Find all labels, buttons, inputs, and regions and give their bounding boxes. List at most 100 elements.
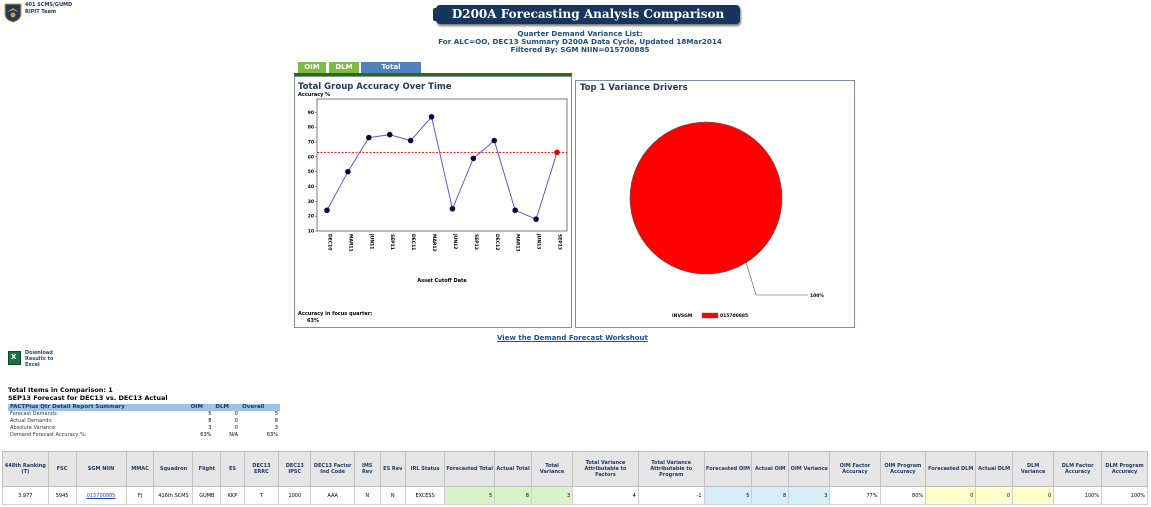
- table-cell: N: [379, 486, 407, 505]
- summary-table: FACTPlus Qtr Detail Report Summary OIM D…: [8, 404, 280, 439]
- table-cell: 0: [925, 486, 977, 505]
- column-header[interactable]: Forecasted DLM: [925, 451, 977, 487]
- x-tick-label: MAR13: [515, 234, 521, 252]
- niin-link[interactable]: 015700885: [87, 493, 116, 499]
- column-header[interactable]: Forecasted OIM: [703, 451, 753, 487]
- tab-oim[interactable]: OIM: [298, 62, 326, 73]
- column-header[interactable]: FSC: [47, 451, 77, 487]
- x-tick-label: MAR11: [347, 234, 353, 252]
- column-header[interactable]: ES Rev: [379, 451, 407, 487]
- data-point[interactable]: [324, 207, 330, 214]
- table-cell: 5: [703, 486, 753, 505]
- summary-value: 3: [274, 425, 278, 431]
- summary-label: Actual Demands:: [10, 418, 53, 424]
- column-header[interactable]: Actual OIM: [751, 451, 790, 487]
- data-point[interactable]: [491, 137, 498, 144]
- y-tick-label: 60: [308, 154, 314, 160]
- tab-total[interactable]: Total: [361, 62, 421, 73]
- summary-row: Actual Demands: 8 0 8: [8, 418, 280, 425]
- team-name: RIPIT Team: [25, 9, 57, 15]
- page-title: D200A Forecasting Analysis Comparison To…: [433, 5, 740, 40]
- summary-header: OIM: [188, 404, 214, 411]
- column-header[interactable]: SGM NIIN: [75, 451, 127, 487]
- column-header[interactable]: IRL Status: [405, 451, 446, 487]
- column-header[interactable]: Forecasted Total: [444, 451, 496, 487]
- table-cell: T: [243, 486, 280, 505]
- accuracy-chart-panel: Total Group Accuracy Over Time Accuracy …: [294, 76, 572, 328]
- column-header[interactable]: Total Variance: [530, 451, 574, 487]
- x-tick-label: JUN13: [536, 233, 542, 249]
- column-header[interactable]: 448th Ranking (T): [2, 451, 49, 487]
- summary-value: 0: [234, 411, 239, 417]
- summary-value: 0: [234, 418, 239, 424]
- column-header[interactable]: Squadron: [153, 451, 194, 487]
- column-header[interactable]: DEC13 Factor Ind Code: [310, 451, 355, 487]
- column-header[interactable]: OIM Variance: [788, 451, 831, 487]
- column-header[interactable]: Total Variance Attributable to Program: [637, 451, 705, 487]
- y-axis-label: Accuracy %: [298, 92, 330, 98]
- report-filter: Filtered By: SGM NIIN=015700885: [510, 45, 650, 54]
- y-tick-label: 30: [308, 199, 314, 205]
- table-header-row: 448th Ranking (T) FSC SGM NIIN MMAC Squadron…: [2, 451, 1148, 487]
- column-header[interactable]: OIM Program Accuracy: [879, 451, 927, 487]
- table-cell: 0: [975, 486, 1014, 505]
- demand-forecast-workshop-link[interactable]: View the Demand Forecast Workshout: [497, 334, 648, 342]
- pie-slice[interactable]: [629, 121, 783, 275]
- column-header[interactable]: DEC13 ERRC: [243, 451, 280, 487]
- column-header[interactable]: DEC13 IPSC: [278, 451, 312, 487]
- table-cell: KKP: [220, 486, 245, 505]
- summary-label: Demand Forecast Accuracy %:: [10, 432, 87, 438]
- summary-label: Absolute Variance:: [10, 425, 57, 431]
- data-point[interactable]: [533, 216, 539, 222]
- data-point[interactable]: [345, 168, 351, 175]
- legend-swatch: [701, 312, 719, 319]
- column-header[interactable]: Actual Total: [494, 451, 532, 487]
- column-header[interactable]: MMAC: [125, 451, 155, 487]
- column-header[interactable]: Actual DLM: [975, 451, 1014, 487]
- data-point[interactable]: [386, 131, 393, 138]
- data-point[interactable]: [428, 114, 435, 120]
- accuracy-line-chart: Accuracy % 10 20 30 40 50 60 70 80 90 DEC10 MAR11 JU…: [298, 92, 568, 284]
- table-cell: FJ: [125, 486, 155, 505]
- download-excel-link[interactable]: Download Results to Excel: [25, 350, 60, 368]
- y-tick-label: 20: [308, 214, 314, 220]
- column-header[interactable]: DLM Program Accuracy: [1101, 451, 1148, 487]
- summary-value: 5: [274, 411, 278, 417]
- column-header[interactable]: Total Variance Attributable to Factors: [572, 451, 639, 487]
- summary-value: 0: [234, 425, 239, 431]
- tab-dlm[interactable]: DLM: [329, 62, 359, 73]
- table-cell: 100%: [1101, 486, 1148, 505]
- excel-icon[interactable]: X: [8, 351, 21, 365]
- column-header[interactable]: Flight: [192, 451, 222, 487]
- variance-drivers-panel: Top 1 Variance Drivers 100% INVSGM 0157008…: [575, 80, 855, 328]
- column-header[interactable]: ES: [220, 451, 245, 487]
- table-cell: 015700885: [75, 486, 127, 505]
- column-header[interactable]: DLM Variance: [1012, 451, 1055, 487]
- y-tick-label: 40: [308, 184, 314, 190]
- table-cell: 0: [1012, 486, 1055, 505]
- data-point[interactable]: [407, 137, 414, 144]
- column-header[interactable]: OIM Factor Accuracy: [829, 451, 881, 487]
- x-tick-label: JUN12: [452, 233, 458, 249]
- x-tick-label: SEP13: [557, 234, 563, 250]
- summary-value: 63%: [200, 432, 212, 438]
- data-point[interactable]: [449, 205, 456, 212]
- data-point[interactable]: [512, 207, 518, 214]
- table-cell: -1: [637, 486, 705, 505]
- table-cell: 4: [572, 486, 639, 505]
- summary-value: 63%: [266, 432, 278, 438]
- x-tick-label: DEC11: [410, 234, 416, 250]
- data-point[interactable]: [470, 155, 477, 162]
- data-point[interactable]: [366, 134, 372, 141]
- legend-prefix: INVSGM: [672, 313, 693, 319]
- x-tick-label: SEP11: [389, 234, 395, 250]
- data-point[interactable]: [554, 149, 560, 156]
- table-cell: 1000: [278, 486, 312, 505]
- column-header[interactable]: IMS Rev: [353, 451, 381, 487]
- legend-label: 015700885: [720, 313, 748, 319]
- column-header[interactable]: DLM Factor Accuracy: [1053, 451, 1103, 487]
- variance-pie-chart: 100% INVSGM 015700885: [629, 121, 824, 319]
- table-row[interactable]: 3,977 5945 015700885 FJ 416th SCMS GUMB KKP T 10…: [2, 486, 1148, 505]
- summary-row: Absolute Variance: 3 0 3: [8, 425, 280, 432]
- table-cell: N: [353, 486, 381, 505]
